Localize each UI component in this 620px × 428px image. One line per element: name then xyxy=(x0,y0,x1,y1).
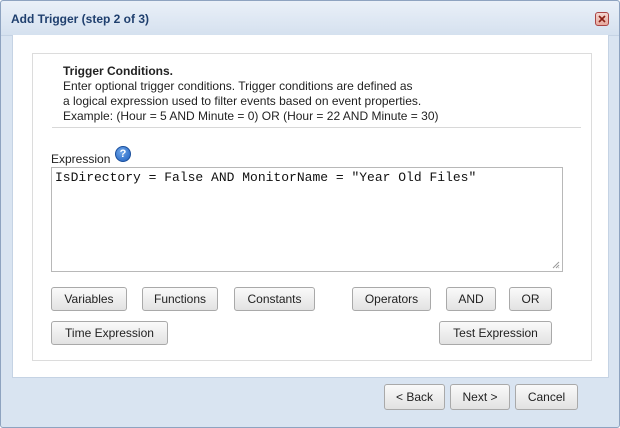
dialog-titlebar: Add Trigger (step 2 of 3) xyxy=(1,1,619,36)
expression-textarea[interactable]: IsDirectory = False AND MonitorName = "Y… xyxy=(51,167,563,272)
close-button[interactable] xyxy=(595,12,609,26)
info-text: Trigger Conditions. Enter optional trigg… xyxy=(63,64,563,124)
time-expression-button[interactable]: Time Expression xyxy=(51,321,168,345)
variables-button[interactable]: Variables xyxy=(51,287,127,311)
expression-value: IsDirectory = False AND MonitorName = "Y… xyxy=(55,170,477,185)
info-line-2: a logical expression used to filter even… xyxy=(63,94,422,108)
operators-button[interactable]: Operators xyxy=(352,287,431,311)
expression-label: Expression xyxy=(51,152,111,166)
dialog-title: Add Trigger (step 2 of 3) xyxy=(11,12,150,26)
cancel-button[interactable]: Cancel xyxy=(515,384,578,410)
conditions-panel: Trigger Conditions. Enter optional trigg… xyxy=(32,53,592,361)
info-line-1: Enter optional trigger conditions. Trigg… xyxy=(63,79,413,93)
dialog-content: Trigger Conditions. Enter optional trigg… xyxy=(12,35,609,378)
next-button[interactable]: Next > xyxy=(450,384,510,410)
back-button[interactable]: < Back xyxy=(384,384,445,410)
test-expression-button[interactable]: Test Expression xyxy=(439,321,552,345)
help-icon[interactable]: ? xyxy=(115,146,131,162)
functions-button[interactable]: Functions xyxy=(142,287,218,311)
or-button[interactable]: OR xyxy=(509,287,552,311)
add-trigger-dialog: Add Trigger (step 2 of 3) Trigger Condit… xyxy=(0,0,620,428)
info-divider xyxy=(52,127,581,128)
resize-grip-icon[interactable] xyxy=(552,261,560,269)
constants-button[interactable]: Constants xyxy=(234,287,315,311)
info-heading: Trigger Conditions. xyxy=(63,64,173,78)
and-button[interactable]: AND xyxy=(446,287,496,311)
info-line-3: Example: (Hour = 5 AND Minute = 0) OR (H… xyxy=(63,109,439,123)
close-icon xyxy=(598,15,606,23)
